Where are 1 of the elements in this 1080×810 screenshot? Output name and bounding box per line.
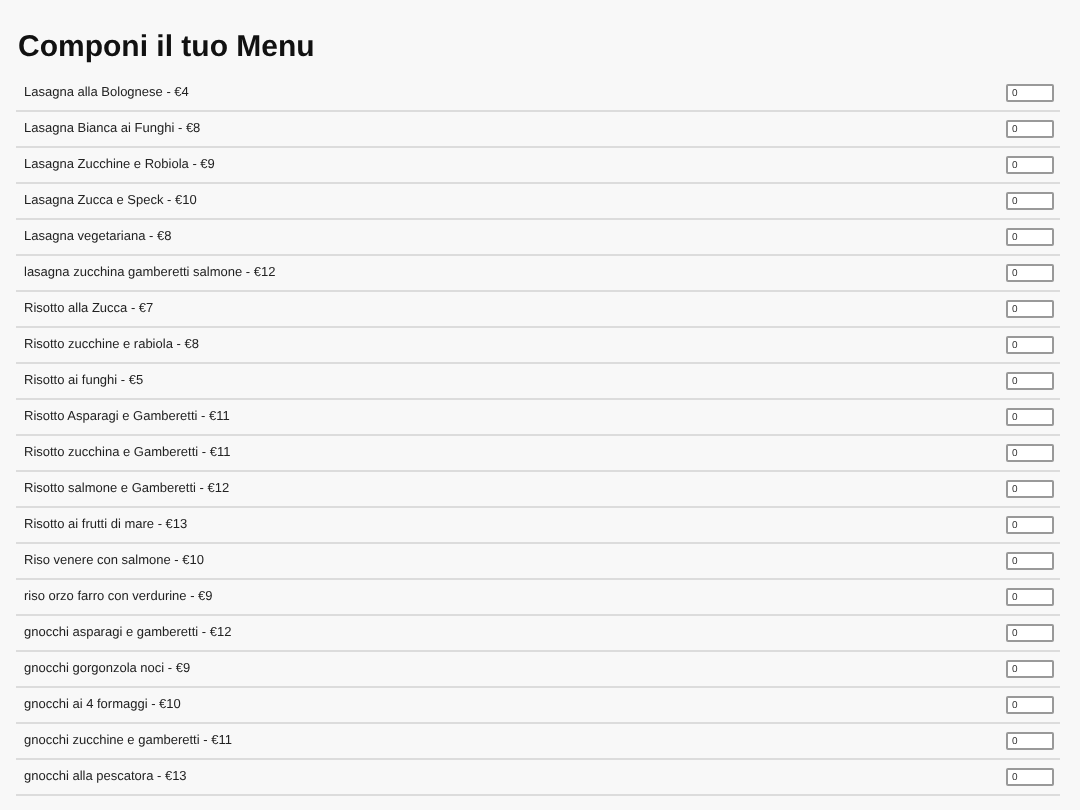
page-title: Componi il tuo Menu (18, 28, 317, 68)
